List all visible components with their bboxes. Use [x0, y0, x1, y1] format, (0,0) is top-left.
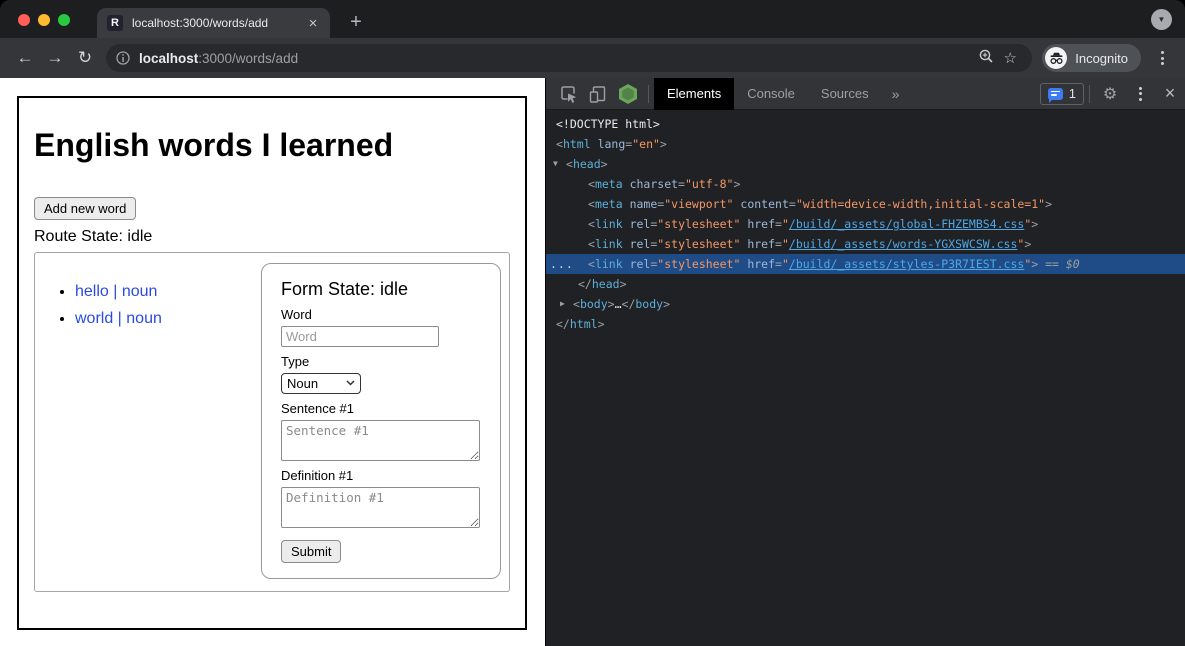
browser-menu-button[interactable]	[1153, 51, 1171, 65]
remix-favicon-icon: R	[107, 15, 123, 31]
node-hexagon-icon[interactable]	[613, 78, 643, 110]
word-label: Word	[281, 307, 481, 322]
dom-tree-line[interactable]: <link rel="stylesheet" href="/build/_ass…	[546, 214, 1185, 234]
word-link[interactable]: hello | noun	[75, 283, 157, 300]
page-info-icon[interactable]	[116, 51, 130, 65]
browser-window: R localhost:3000/words/add × + ▼ ← → ↻ l…	[0, 0, 1185, 646]
content-area: English words I learned Add new word Rou…	[0, 78, 1185, 646]
collapse-arrow-icon[interactable]: ▼	[553, 154, 558, 174]
tab-console[interactable]: Console	[734, 78, 808, 110]
line-gutter-ellipsis[interactable]: ...	[550, 254, 574, 274]
sentence-label: Sentence #1	[281, 401, 481, 416]
new-tab-button[interactable]: +	[344, 11, 368, 34]
form-state-text: Form State: idle	[281, 279, 481, 300]
minimize-window-button[interactable]	[38, 14, 50, 26]
dom-tree-line[interactable]: <!DOCTYPE html>	[546, 114, 1185, 134]
incognito-icon	[1045, 47, 1067, 69]
page-title: English words I learned	[34, 127, 510, 164]
maximize-window-button[interactable]	[58, 14, 70, 26]
browser-toolbar: ← → ↻ localhost:3000/words/add ☆	[0, 38, 1185, 78]
tab-sources[interactable]: Sources	[808, 78, 882, 110]
chevron-down-icon: ▼	[1158, 15, 1166, 24]
submit-button[interactable]: Submit	[281, 540, 341, 563]
word-list-item: world | noun	[75, 310, 261, 328]
expand-arrow-icon[interactable]: ▶	[560, 294, 565, 314]
toolbar-divider	[648, 85, 649, 103]
forward-button[interactable]: →	[40, 48, 70, 68]
add-word-form: Form State: idle Word Type Noun Sentence…	[261, 263, 501, 579]
bookmark-star-icon[interactable]: ☆	[998, 49, 1022, 67]
add-new-word-button[interactable]: Add new word	[34, 197, 136, 220]
definition-label: Definition #1	[281, 468, 481, 483]
dom-tree-line[interactable]: ...<link rel="stylesheet" href="/build/_…	[546, 254, 1185, 274]
browser-tab[interactable]: R localhost:3000/words/add ×	[97, 8, 330, 38]
definition-textarea[interactable]	[281, 487, 480, 528]
issues-bubble-icon	[1048, 88, 1063, 100]
dom-tree-line[interactable]: </html>	[546, 314, 1185, 334]
type-select[interactable]: Noun	[281, 373, 361, 394]
page-frame: English words I learned Add new word Rou…	[17, 96, 527, 630]
incognito-label: Incognito	[1075, 51, 1128, 66]
dom-tree-line[interactable]: </head>	[546, 274, 1185, 294]
dom-tree: <!DOCTYPE html><html lang="en">▼<head><m…	[546, 110, 1185, 646]
sentence-textarea[interactable]	[281, 420, 480, 461]
tab-elements[interactable]: Elements	[654, 78, 734, 110]
close-window-button[interactable]	[18, 14, 30, 26]
inspect-element-icon[interactable]	[553, 78, 583, 110]
zoom-page-icon[interactable]	[974, 48, 998, 68]
tab-search-button[interactable]: ▼	[1151, 9, 1172, 30]
web-page: English words I learned Add new word Rou…	[0, 78, 545, 646]
traffic-lights	[18, 14, 70, 26]
tab-title: localhost:3000/words/add	[132, 16, 304, 30]
dom-tree-line[interactable]: <link rel="stylesheet" href="/build/_ass…	[546, 234, 1185, 254]
word-list-item: hello | noun	[75, 283, 261, 301]
devtools-settings-icon[interactable]: ⚙	[1095, 78, 1125, 110]
word-link[interactable]: world | noun	[75, 310, 162, 327]
address-bar[interactable]: localhost:3000/words/add ☆	[106, 44, 1032, 72]
devtools-toolbar: Elements Console Sources » 1 ⚙ ×	[546, 78, 1185, 110]
device-toolbar-icon[interactable]	[583, 78, 613, 110]
word-list: hello | noun world | noun	[35, 283, 261, 591]
route-state-text: Route State: idle	[34, 228, 510, 246]
back-button[interactable]: ←	[10, 48, 40, 68]
dom-tree-line[interactable]: <html lang="en">	[546, 134, 1185, 154]
more-tabs-icon[interactable]: »	[882, 86, 910, 102]
toolbar-divider	[1089, 85, 1090, 103]
issues-button[interactable]: 1	[1040, 83, 1084, 105]
words-container: hello | noun world | noun Form State: idl…	[34, 252, 510, 592]
reload-button[interactable]: ↻	[70, 48, 100, 68]
dom-tree-line[interactable]: <meta charset="utf-8">	[546, 174, 1185, 194]
url-host: localhost	[139, 51, 198, 66]
dom-tree-line[interactable]: ▶<body>…</body>	[546, 294, 1185, 314]
dom-tree-line[interactable]: ▼<head>	[546, 154, 1185, 174]
devtools-menu-icon[interactable]	[1125, 78, 1155, 110]
incognito-badge: Incognito	[1042, 44, 1141, 72]
tab-strip: R localhost:3000/words/add × + ▼	[0, 0, 1185, 38]
word-input[interactable]	[281, 326, 439, 347]
devtools-close-icon[interactable]: ×	[1155, 78, 1185, 110]
devtools-panel: Elements Console Sources » 1 ⚙ × <!DOCTY…	[545, 78, 1185, 646]
dom-tree-line[interactable]: <meta name="viewport" content="width=dev…	[546, 194, 1185, 214]
url-text: localhost:3000/words/add	[139, 51, 974, 66]
url-path: :3000/words/add	[198, 51, 298, 66]
issues-count: 1	[1069, 86, 1076, 101]
tab-close-icon[interactable]: ×	[304, 14, 322, 32]
type-label: Type	[281, 354, 481, 369]
